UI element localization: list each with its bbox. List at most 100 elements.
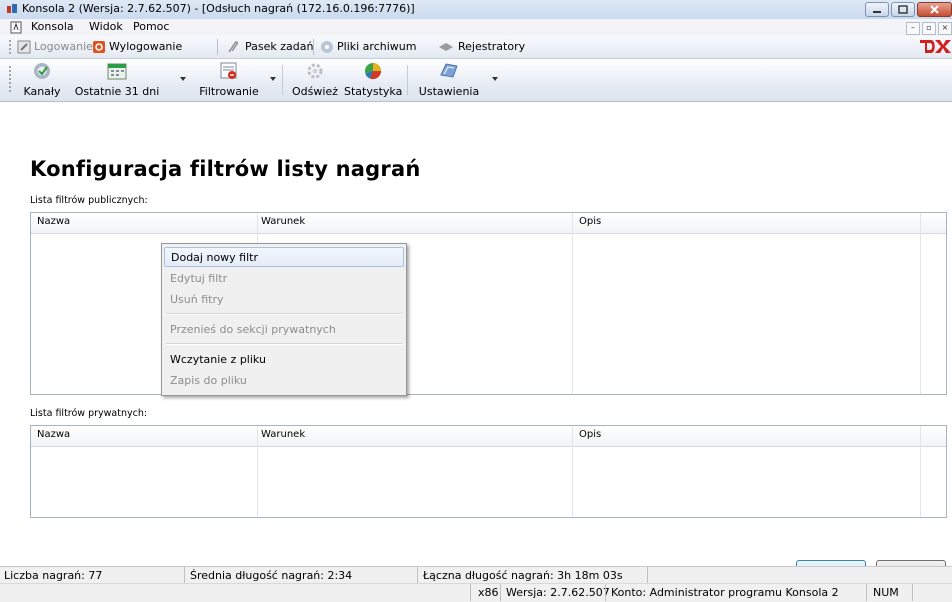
column-header-condition[interactable]: Warunek: [261, 216, 305, 227]
recordings-total-length: Łączna długość nagrań: 3h 18m 03s: [423, 569, 623, 582]
filter-icon: [220, 62, 237, 79]
close-button[interactable]: [917, 2, 952, 17]
minimize-button[interactable]: [865, 2, 889, 17]
channels-icon: [34, 63, 50, 79]
menu-konsola[interactable]: Konsola: [31, 20, 74, 33]
settings-icon: [440, 63, 458, 78]
architecture-label: x86: [478, 586, 499, 599]
menu-widok[interactable]: Widok: [89, 20, 123, 33]
private-filters-table[interactable]: Nazwa Warunek Opis: [30, 425, 947, 518]
maximize-icon: [898, 5, 908, 14]
column-divider: [572, 213, 573, 394]
menu-item-label: Dodaj nowy filtr: [171, 251, 259, 264]
refresh-button[interactable]: Odśwież: [290, 61, 340, 99]
login-link[interactable]: Logowanie: [34, 40, 93, 53]
column-header-description[interactable]: Opis: [579, 429, 601, 440]
minimize-icon: [873, 11, 881, 13]
toolbar-separator: [407, 65, 408, 95]
version-label: Wersja: 2.7.62.507: [506, 586, 610, 599]
recordings-average-length: Średnia długość nagrań: 2:34: [190, 569, 353, 582]
recorders-link[interactable]: Rejestratory: [458, 40, 525, 53]
menu-separator: [166, 313, 402, 315]
maximize-button[interactable]: [891, 2, 915, 17]
dx-logo-icon: [920, 40, 951, 53]
toolbar-separator: [282, 65, 283, 95]
table-header: Nazwa Warunek Opis: [31, 426, 946, 447]
last-31-days-dropdown-arrow[interactable]: [180, 77, 186, 81]
logout-icon: [93, 41, 105, 53]
status-divider: [647, 567, 648, 584]
recordings-status-bar: Liczba nagrań: 77 Średnia długość nagrań…: [0, 566, 952, 584]
recordings-count: Liczba nagrań: 77: [4, 569, 103, 582]
grip-icon: [9, 40, 11, 54]
app-icon: [7, 4, 17, 13]
status-divider: [417, 567, 418, 584]
column-header-name[interactable]: Nazwa: [37, 216, 70, 227]
filter-button[interactable]: Filtrowanie: [196, 61, 262, 99]
column-divider: [257, 426, 258, 517]
logout-link[interactable]: Wylogowanie: [109, 40, 182, 53]
filter-dropdown-arrow[interactable]: [270, 77, 276, 81]
column-header-condition[interactable]: Warunek: [261, 429, 305, 440]
calendar-icon: [107, 63, 127, 80]
table-header: Nazwa Warunek Opis: [31, 213, 946, 234]
taskbar-link[interactable]: Pasek zadań: [245, 40, 313, 53]
refresh-gear-icon: [307, 63, 323, 79]
menu-item-label: Przenieś do sekcji prywatnych: [170, 323, 336, 336]
last-31-days-label: Ostatnie 31 dni: [74, 85, 160, 98]
login-icon: [17, 40, 31, 54]
status-divider: [470, 584, 471, 601]
quick-links-bar: Logowanie Wylogowanie Pasek zadań Pliki …: [0, 36, 952, 59]
menu-bar: Konsola Widok Pomoc – ▫ ×: [0, 19, 952, 37]
page-title: Konfiguracja filtrów listy nagrań: [30, 157, 421, 181]
menu-item-delete-filters[interactable]: Usuń fitry: [164, 289, 404, 309]
menu-item-label: Usuń fitry: [170, 293, 224, 306]
num-lock-indicator: NUM: [873, 586, 899, 599]
menu-item-label: Edytuj filtr: [170, 272, 228, 285]
column-header-description[interactable]: Opis: [579, 216, 601, 227]
archive-files-link[interactable]: Pliki archiwum: [337, 40, 416, 53]
menu-item-add-filter[interactable]: Dodaj nowy filtr: [164, 247, 404, 267]
status-divider: [500, 584, 501, 601]
main-toolbar: Kanały Ostatnie 31 dni Filtrowanie Odświ…: [0, 59, 952, 102]
document-icon: [10, 21, 22, 34]
recorders-icon: [439, 43, 453, 51]
status-divider: [605, 584, 606, 601]
filters-context-menu: Dodaj nowy filtr Edytuj filtr Usuń fitry…: [161, 243, 407, 396]
settings-label: Ustawienia: [418, 85, 480, 98]
menu-pomoc[interactable]: Pomoc: [133, 20, 169, 33]
public-filters-label: Lista filtrów publicznych:: [30, 195, 148, 206]
archive-files-icon: [321, 41, 333, 53]
refresh-label: Odśwież: [292, 85, 338, 98]
statistics-label: Statystyka: [344, 85, 403, 98]
mdi-restore-button[interactable]: ▫: [922, 22, 936, 35]
mdi-close-button[interactable]: ×: [938, 22, 952, 35]
column-divider: [572, 426, 573, 517]
last-31-days-button[interactable]: Ostatnie 31 dni: [74, 61, 160, 99]
close-icon: [930, 5, 939, 14]
separator: [217, 39, 218, 55]
paperclip-icon: [228, 41, 238, 53]
column-divider: [920, 426, 921, 517]
grip-icon: [9, 66, 11, 92]
menu-item-move-to-private[interactable]: Przenieś do sekcji prywatnych: [164, 319, 404, 339]
channels-button[interactable]: Kanały: [18, 61, 66, 99]
status-divider: [912, 584, 913, 601]
channels-label: Kanały: [23, 85, 61, 98]
column-header-name[interactable]: Nazwa: [37, 429, 70, 440]
pie-chart-icon: [365, 63, 382, 80]
private-filters-label: Lista filtrów prywatnych:: [30, 408, 148, 419]
menu-separator: [166, 343, 402, 345]
status-divider: [184, 567, 185, 584]
menu-item-save-to-file[interactable]: Zapis do pliku: [164, 370, 404, 390]
column-divider: [920, 213, 921, 394]
status-divider: [866, 584, 867, 601]
mdi-minimize-button[interactable]: –: [906, 22, 920, 35]
menu-item-edit-filter[interactable]: Edytuj filtr: [164, 268, 404, 288]
window-title-bar: Konsola 2 (Wersja: 2.7.62.507) - [Odsłuc…: [0, 0, 952, 20]
settings-button[interactable]: Ustawienia: [414, 61, 484, 99]
menu-item-load-from-file[interactable]: Wczytanie z pliku: [164, 349, 404, 369]
statistics-button[interactable]: Statystyka: [344, 61, 402, 99]
settings-dropdown-arrow[interactable]: [492, 77, 498, 81]
application-status-bar: x86 Wersja: 2.7.62.507 Konto: Administra…: [0, 583, 952, 602]
